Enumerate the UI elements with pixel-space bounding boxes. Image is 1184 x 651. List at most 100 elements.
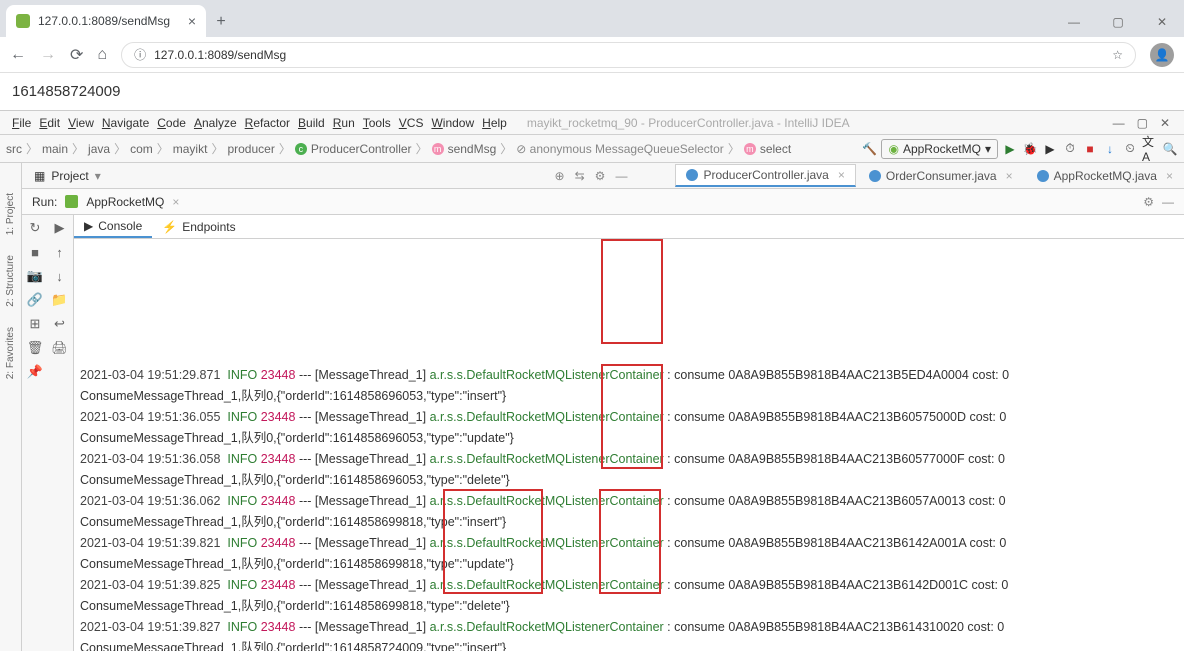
ide-window-title: mayikt_rocketmq_90 - ProducerController.… — [527, 116, 1103, 130]
coverage-icon[interactable]: ▶ — [1042, 141, 1058, 157]
editor-tabrow: ▦ Project ▾ ⊕ ⇆ ⚙ — ProducerController.j… — [22, 163, 1184, 189]
ide-menubar: FileEditViewNavigateCodeAnalyzeRefactorB… — [0, 111, 1184, 135]
menu-vcs[interactable]: VCS — [395, 114, 428, 132]
pin-icon[interactable]: 📌 — [24, 361, 46, 383]
left-tool-stripe: 1: Project 2: Structure 2: Favorites — [0, 163, 22, 651]
endpoints-tab-label: Endpoints — [182, 220, 235, 234]
ide-close-icon[interactable]: ✕ — [1160, 116, 1170, 130]
down-icon[interactable]: ↓ — [49, 265, 71, 287]
console-run-icon[interactable]: ▶ — [49, 217, 71, 239]
menu-refactor[interactable]: Refactor — [241, 114, 294, 132]
editor-tab[interactable]: AppRocketMQ.java× — [1026, 164, 1184, 187]
run-label: Run: — [32, 195, 57, 209]
project-label: Project — [51, 169, 88, 183]
spring-favicon — [16, 14, 30, 28]
ide-maximize-icon[interactable]: ▢ — [1137, 116, 1148, 130]
run-config-label: AppRocketMQ — [903, 142, 981, 156]
site-info-icon[interactable]: ⓘ — [134, 46, 146, 63]
reload-icon[interactable]: ⟳ — [70, 45, 83, 65]
console-tab[interactable]: ▶ Console — [74, 216, 152, 238]
editor-tab[interactable]: OrderConsumer.java× — [858, 164, 1024, 187]
browser-toolbar: ← → ⟳ ⌂ ⓘ 127.0.0.1:8089/sendMsg ☆ 👤 — [0, 37, 1184, 73]
profile-icon[interactable]: ⏱ — [1062, 141, 1078, 157]
forward-icon[interactable]: → — [40, 46, 56, 64]
close-window-icon[interactable]: ✕ — [1140, 7, 1184, 37]
target-icon[interactable]: ⊕ — [555, 169, 565, 183]
console-icon: ▶ — [84, 219, 93, 233]
hide-icon[interactable]: — — [615, 169, 627, 183]
maximize-icon[interactable]: ▢ — [1096, 7, 1140, 37]
highlight-box — [601, 239, 663, 344]
minimize-icon[interactable]: — — [1052, 7, 1096, 37]
tab-title: 127.0.0.1:8089/sendMsg — [38, 14, 180, 28]
layout-icon[interactable]: ⊞ — [24, 313, 46, 335]
back-icon[interactable]: ← — [10, 46, 26, 64]
project-view-header[interactable]: ▦ Project ▾ — [28, 169, 107, 183]
translate-icon[interactable]: 文A — [1142, 141, 1158, 157]
menu-file[interactable]: File — [8, 114, 35, 132]
search-icon[interactable]: 🔍 — [1162, 141, 1178, 157]
project-tool-button[interactable]: 1: Project — [5, 193, 16, 235]
link-icon[interactable]: 🔗 — [24, 289, 46, 311]
editor-tab[interactable]: ProducerController.java× — [675, 164, 855, 187]
run-config-dropdown[interactable]: ◉ AppRocketMQ ▾ — [881, 139, 998, 159]
run-toolbar: Run: AppRocketMQ × ⚙ — — [22, 189, 1184, 215]
window-controls: — ▢ ✕ — [1052, 7, 1184, 37]
new-tab-button[interactable]: + — [206, 7, 236, 37]
wrap-icon[interactable]: ↩ — [49, 313, 71, 335]
rerun-icon[interactable]: ↻ — [24, 217, 46, 239]
gear-icon[interactable]: ⚙ — [595, 169, 606, 183]
browser-tab-active[interactable]: 127.0.0.1:8089/sendMsg × — [6, 5, 206, 37]
menu-edit[interactable]: Edit — [35, 114, 64, 132]
page-body: 1614858724009 — [0, 73, 1184, 111]
profile-avatar[interactable]: 👤 — [1150, 43, 1174, 67]
menu-tools[interactable]: Tools — [359, 114, 395, 132]
menu-run[interactable]: Run — [329, 114, 359, 132]
run-tab-label[interactable]: AppRocketMQ — [86, 195, 164, 209]
menu-navigate[interactable]: Navigate — [98, 114, 153, 132]
collapse-icon[interactable]: ⇆ — [575, 169, 585, 183]
home-icon[interactable]: ⌂ — [97, 46, 107, 64]
stop-icon[interactable]: ■ — [24, 241, 46, 263]
address-bar[interactable]: ⓘ 127.0.0.1:8089/sendMsg ☆ — [121, 42, 1136, 68]
close-tab-icon[interactable]: × — [172, 195, 179, 209]
menu-build[interactable]: Build — [294, 114, 329, 132]
print-icon[interactable]: 🖨 — [49, 337, 71, 359]
camera-icon[interactable]: 📷 — [24, 265, 46, 287]
menu-help[interactable]: Help — [478, 114, 511, 132]
bookmark-icon[interactable]: ☆ — [1112, 48, 1123, 62]
menu-view[interactable]: View — [64, 114, 98, 132]
menu-window[interactable]: Window — [427, 114, 478, 132]
console-tab-label: Console — [98, 219, 142, 233]
menu-code[interactable]: Code — [153, 114, 190, 132]
ide-minimize-icon[interactable]: — — [1113, 116, 1125, 130]
endpoints-tab[interactable]: ⚡ Endpoints — [152, 217, 245, 237]
breadcrumb[interactable]: src〉main〉java〉com〉mayikt〉producer〉cProdu… — [6, 140, 791, 157]
gear-icon[interactable]: ⚙ — [1143, 195, 1154, 209]
structure-tool-button[interactable]: 2: Structure — [5, 255, 16, 307]
hide-icon[interactable]: — — [1162, 195, 1174, 209]
history-icon[interactable]: ⏲ — [1122, 141, 1138, 157]
git-update-icon[interactable]: ↓ — [1102, 141, 1118, 157]
favorites-tool-button[interactable]: 2: Favorites — [5, 327, 16, 379]
ide-toolbar: src〉main〉java〉com〉mayikt〉producer〉cProdu… — [0, 135, 1184, 163]
trash-icon[interactable]: 🗑 — [24, 337, 46, 359]
stop-icon[interactable]: ■ — [1082, 141, 1098, 157]
build-hammer-icon[interactable]: 🔨 — [861, 141, 877, 157]
console-tabs: ▶ Console ⚡ Endpoints — [74, 215, 1184, 239]
spring-icon: ◉ — [888, 142, 898, 156]
spring-icon — [65, 195, 78, 208]
url-text: 127.0.0.1:8089/sendMsg — [154, 48, 286, 62]
run-gutter: ↻ ▶ ■ ↑ 📷 ↓ 🔗 📁 ⊞ ↩ 🗑 🖨 📌 — [22, 215, 74, 651]
project-icon: ▦ — [34, 169, 45, 183]
endpoints-icon: ⚡ — [162, 220, 177, 234]
tab-close-icon[interactable]: × — [188, 13, 196, 29]
folder-icon[interactable]: 📁 — [49, 289, 71, 311]
menu-analyze[interactable]: Analyze — [190, 114, 241, 132]
console-log[interactable]: 2021-03-04 19:51:29.871 INFO 23448 --- [… — [74, 239, 1184, 651]
up-icon[interactable]: ↑ — [49, 241, 71, 263]
run-icon[interactable]: ▶ — [1002, 141, 1018, 157]
debug-icon[interactable]: 🐞 — [1022, 141, 1038, 157]
chevron-down-icon[interactable]: ▾ — [95, 169, 101, 183]
intellij-ide: FileEditViewNavigateCodeAnalyzeRefactorB… — [0, 111, 1184, 651]
